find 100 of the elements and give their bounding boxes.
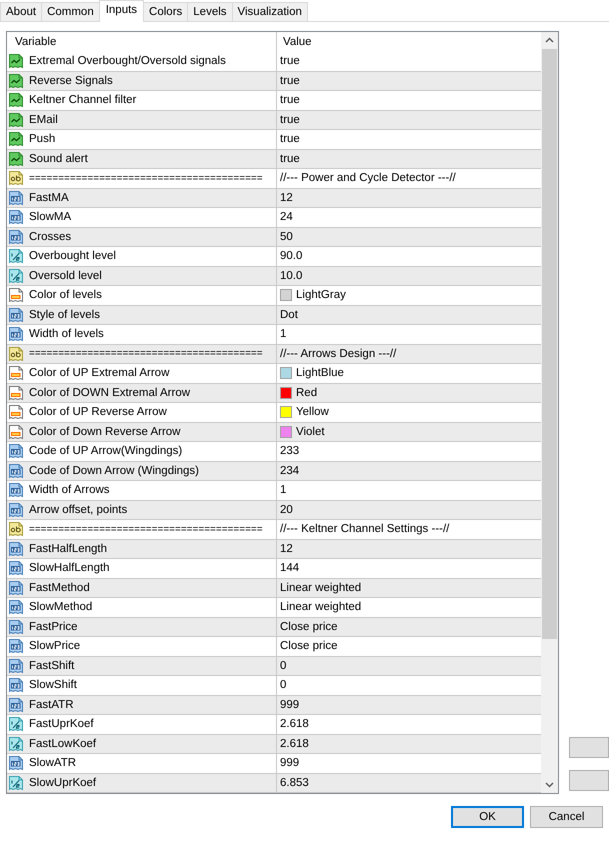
value-text: 10.0: [280, 270, 302, 282]
value-text: 144: [280, 562, 300, 574]
column-header[interactable]: Value: [277, 32, 541, 52]
scroll-up-icon[interactable]: [545, 37, 554, 43]
variable-name: FastMethod: [29, 582, 90, 594]
value-text: 999: [280, 757, 300, 770]
tab[interactable]: Colors: [143, 2, 188, 21]
value-text: LightBlue: [296, 367, 344, 380]
variable-name: FastShift: [29, 660, 74, 672]
tab[interactable]: Visualization: [232, 2, 308, 21]
fraction-icon: [8, 268, 24, 284]
variable-name: SlowATR: [29, 757, 76, 770]
variable-name: Color of UP Reverse Arrow: [29, 406, 167, 418]
scroll-down-icon[interactable]: [545, 782, 554, 788]
number-icon: [8, 190, 24, 206]
value-text: 24: [280, 211, 293, 224]
value-text: 999: [280, 698, 300, 711]
value-text: Violet: [296, 426, 325, 438]
value-text: 233: [280, 445, 300, 458]
number-icon: [8, 658, 24, 674]
variable-name: SlowPrice: [29, 640, 80, 652]
value-text: 234: [280, 464, 300, 477]
text-icon: [8, 170, 24, 186]
chart-icon: [8, 150, 24, 167]
variable-name: Style of levels: [29, 308, 100, 321]
value-text: Close price: [280, 620, 338, 633]
variable-name: Reverse Signals: [29, 74, 113, 87]
value-text: 1: [280, 484, 286, 496]
number-icon: [8, 540, 24, 557]
number-icon: [8, 306, 24, 323]
value-text: Red: [296, 386, 318, 399]
number-icon: [8, 618, 24, 635]
variable-name: ========================================: [29, 348, 263, 360]
fraction-icon: [8, 774, 24, 791]
variable-name: Keltner Channel filter: [29, 94, 136, 106]
chart-icon: [8, 72, 24, 89]
value-text: Dot: [280, 308, 298, 321]
variable-name: ========================================: [29, 172, 263, 184]
variable-name: FastMA: [29, 192, 69, 204]
value-text: true: [280, 114, 300, 126]
scroll-thumb[interactable]: [542, 49, 557, 639]
variable-name: Code of UP Arrow(Wingdings): [29, 445, 182, 458]
tab[interactable]: Levels: [187, 2, 233, 21]
variable-name: FastHalfLength: [29, 542, 107, 555]
side-button[interactable]: [569, 770, 609, 791]
value-text: Linear weighted: [280, 582, 362, 594]
variable-name: Width of Arrows: [29, 484, 110, 496]
variable-name: Color of DOWN Extremal Arrow: [29, 386, 190, 399]
value-text: true: [280, 133, 300, 146]
chart-icon: [8, 53, 24, 70]
variable-name: Color of UP Extremal Arrow: [29, 367, 170, 380]
variable-name: Extremal Overbought/Oversold signals: [29, 55, 226, 68]
variable-name: Color of Down Reverse Arrow: [29, 426, 180, 438]
ok-button[interactable]: OK: [451, 806, 524, 828]
value-text: 50: [280, 230, 293, 243]
variable-name: SlowShift: [29, 679, 77, 692]
fraction-icon: [8, 248, 24, 264]
chart-icon: [8, 112, 24, 128]
variable-name: Push: [29, 133, 56, 146]
chart-icon: [8, 92, 24, 108]
cancel-button[interactable]: Cancel: [530, 806, 603, 828]
variable-name: ========================================: [29, 524, 263, 535]
number-icon: [8, 580, 24, 596]
value-text: 6.853: [280, 776, 309, 789]
variable-name: Width of levels: [29, 328, 104, 340]
value-text: //--- Arrows Design ---//: [280, 348, 396, 360]
side-button[interactable]: [569, 737, 609, 758]
fraction-icon: [8, 736, 24, 752]
number-icon: [8, 462, 24, 479]
variable-name: SlowMA: [29, 211, 72, 224]
chart-icon: [8, 131, 24, 148]
value-text: Yellow: [296, 406, 329, 418]
scrollbar[interactable]: [541, 32, 558, 793]
value-text: 2.618: [280, 718, 309, 730]
value-text: true: [280, 152, 300, 165]
variable-name: Overbought level: [29, 250, 116, 262]
variable-name: Arrow offset, points: [29, 504, 128, 516]
tab[interactable]: Common: [41, 2, 100, 21]
value-text: 0: [280, 660, 286, 672]
variable-name: SlowUprKoef: [29, 776, 96, 789]
value-text: true: [280, 74, 300, 87]
value-text: true: [280, 94, 300, 106]
variable-name: FastPrice: [29, 620, 78, 633]
number-icon: [8, 696, 24, 713]
tab[interactable]: About: [0, 2, 42, 21]
text-icon: [8, 521, 24, 538]
variable-name: SlowMethod: [29, 601, 92, 614]
number-icon: [8, 502, 24, 518]
variable-name: Code of Down Arrow (Wingdings): [29, 464, 200, 477]
tab[interactable]: Inputs: [98, 0, 144, 22]
value-text: LightGray: [296, 289, 346, 302]
value-text: //--- Power and Cycle Detector ---//: [280, 172, 456, 184]
variable-name: FastUprKoef: [29, 718, 94, 730]
value-text: Linear weighted: [280, 601, 362, 614]
value-text: 12: [280, 192, 293, 204]
number-icon: [8, 228, 24, 245]
variable-name: Crosses: [29, 230, 72, 243]
fraction-icon: [8, 716, 24, 732]
value-text: true: [280, 55, 300, 68]
swatch-icon: [8, 384, 24, 401]
